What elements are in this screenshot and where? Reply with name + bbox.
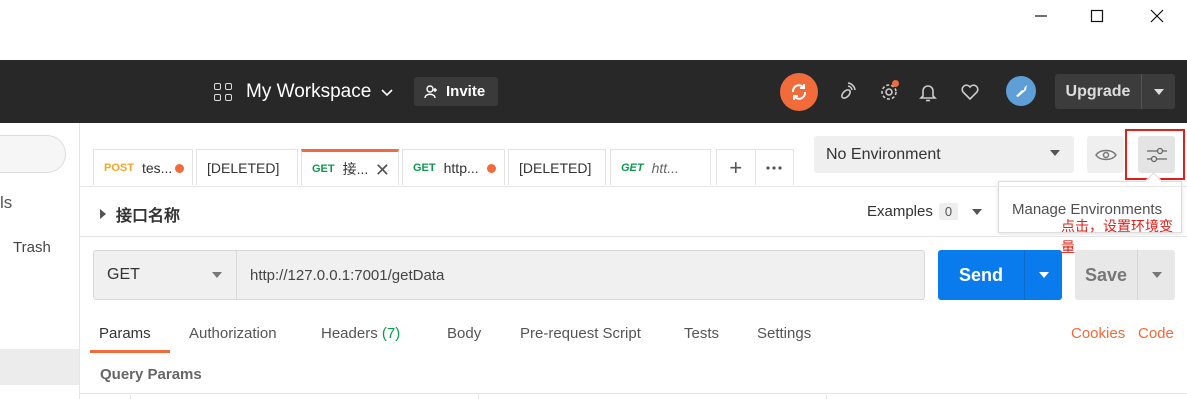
workspace-name: My Workspace bbox=[246, 81, 372, 102]
caret-down-icon bbox=[212, 272, 222, 278]
send-label: Send bbox=[958, 264, 1003, 285]
url-input[interactable] bbox=[237, 251, 924, 299]
request-tab[interactable]: GET http... bbox=[402, 149, 505, 185]
send-button[interactable]: Send bbox=[938, 250, 1062, 300]
request-tab[interactable]: [DELETED] bbox=[508, 149, 606, 185]
save-label: Save bbox=[1084, 264, 1128, 285]
tab-title: http... bbox=[443, 159, 479, 176]
tab-authorization[interactable]: Authorization bbox=[189, 325, 277, 342]
tab-tests[interactable]: Tests bbox=[684, 325, 719, 342]
window-titlebar bbox=[0, 0, 1187, 60]
caret-down-icon bbox=[1050, 150, 1060, 156]
tab-title: [DELETED] bbox=[519, 159, 592, 176]
save-dropdown[interactable] bbox=[1137, 250, 1175, 300]
params-table bbox=[80, 393, 1187, 399]
sidebar-item-trash[interactable]: Trash bbox=[13, 239, 51, 256]
heart-icon[interactable] bbox=[958, 80, 982, 104]
tab-method: GET bbox=[621, 161, 644, 174]
maximize-icon[interactable] bbox=[1082, 4, 1112, 28]
active-tab-indicator bbox=[90, 350, 170, 353]
tab-method: GET bbox=[312, 162, 335, 175]
tab-title: htt... bbox=[651, 159, 679, 176]
gear-icon[interactable] bbox=[877, 80, 901, 104]
send-dropdown[interactable] bbox=[1024, 250, 1062, 300]
headers-count: (7) bbox=[381, 325, 401, 342]
request-tab[interactable]: [DELETED] bbox=[196, 149, 298, 185]
more-tabs-icon[interactable] bbox=[756, 150, 794, 185]
tab-title: tes... bbox=[141, 159, 173, 176]
query-params-heading: Query Params bbox=[100, 366, 202, 383]
sync-button[interactable] bbox=[780, 73, 818, 111]
new-tab-icon[interactable]: + bbox=[717, 150, 756, 185]
method-value: GET bbox=[107, 266, 140, 283]
upgrade-dropdown[interactable] bbox=[1141, 74, 1175, 109]
method-select[interactable]: GET bbox=[94, 251, 237, 299]
examples-label: Examples bbox=[867, 203, 933, 220]
invite-label: Invite bbox=[446, 83, 486, 100]
tab-body[interactable]: Body bbox=[447, 325, 481, 342]
workspace-grid-icon bbox=[214, 83, 232, 101]
examples-count: 0 bbox=[938, 203, 959, 220]
environment-selected: No Environment bbox=[826, 145, 941, 163]
upgrade-label: Upgrade bbox=[1065, 82, 1131, 100]
tab-method: POST bbox=[104, 161, 134, 174]
unsaved-dot bbox=[487, 164, 496, 173]
sync-icon bbox=[791, 84, 807, 100]
environment-quick-look-button[interactable] bbox=[1087, 136, 1124, 173]
tab-headers[interactable]: Headers (7) bbox=[321, 325, 400, 342]
request-subtabs: Params Authorization Headers (7) Body Pr… bbox=[80, 314, 1187, 354]
upgrade-button[interactable]: Upgrade bbox=[1055, 74, 1175, 109]
caret-down-icon bbox=[1151, 272, 1162, 278]
settings-alert-dot bbox=[892, 80, 899, 87]
tab-settings[interactable]: Settings bbox=[757, 325, 811, 342]
tab-actions: + bbox=[716, 149, 794, 185]
request-name[interactable]: 接口名称 bbox=[100, 202, 180, 226]
code-link[interactable]: Code bbox=[1138, 325, 1174, 342]
app-header: My Workspace Invite Upgrade bbox=[0, 60, 1187, 123]
sidebar: ls Trash bbox=[0, 123, 80, 399]
caret-down-icon bbox=[1153, 88, 1164, 95]
chevron-down-icon bbox=[381, 81, 393, 103]
request-tab-bar: POST tes... [DELETED] GET 接... ✕ GET htt… bbox=[80, 123, 800, 186]
tab-title: 接... bbox=[342, 160, 369, 177]
close-icon[interactable] bbox=[1142, 4, 1172, 28]
caret-down-icon bbox=[1038, 272, 1049, 278]
cookies-link[interactable]: Cookies bbox=[1071, 325, 1125, 342]
save-button[interactable]: Save bbox=[1075, 250, 1175, 300]
minimize-icon[interactable] bbox=[1026, 4, 1056, 28]
caret-down-icon bbox=[972, 208, 983, 215]
bell-icon[interactable] bbox=[916, 80, 940, 104]
sidebar-item-partial[interactable]: ls bbox=[0, 193, 12, 213]
rocket-icon bbox=[1016, 85, 1027, 97]
avatar[interactable] bbox=[1006, 76, 1036, 106]
request-name-label: 接口名称 bbox=[116, 208, 181, 225]
url-bar: GET bbox=[93, 250, 925, 300]
environment-select[interactable]: No Environment bbox=[814, 136, 1074, 173]
add-user-icon bbox=[424, 84, 437, 98]
request-tab[interactable]: POST tes... bbox=[93, 149, 193, 185]
highlight-box bbox=[1125, 129, 1185, 180]
tab-params[interactable]: Params bbox=[99, 325, 151, 342]
tab-title: [DELETED] bbox=[207, 159, 280, 176]
invite-button[interactable]: Invite bbox=[414, 77, 498, 106]
caret-right-icon bbox=[100, 209, 106, 219]
request-tab-active[interactable]: GET 接... ✕ bbox=[301, 149, 399, 185]
unsaved-dot bbox=[175, 164, 184, 173]
request-tab[interactable]: GET htt... bbox=[610, 149, 711, 185]
close-tab-icon[interactable]: ✕ bbox=[375, 160, 390, 181]
tab-method: GET bbox=[413, 161, 436, 174]
workspace-switcher[interactable]: My Workspace bbox=[214, 78, 393, 106]
examples-dropdown[interactable]: Examples 0 bbox=[867, 203, 983, 220]
request-name-bar: 接口名称 Examples 0 bbox=[80, 186, 1187, 237]
sidebar-selected-item[interactable] bbox=[0, 349, 79, 385]
sidebar-search-input[interactable] bbox=[0, 135, 66, 173]
headers-label: Headers bbox=[321, 325, 378, 342]
tab-prerequest-script[interactable]: Pre-request Script bbox=[520, 325, 641, 342]
eye-icon bbox=[1094, 149, 1117, 160]
satellite-icon[interactable] bbox=[834, 80, 858, 104]
